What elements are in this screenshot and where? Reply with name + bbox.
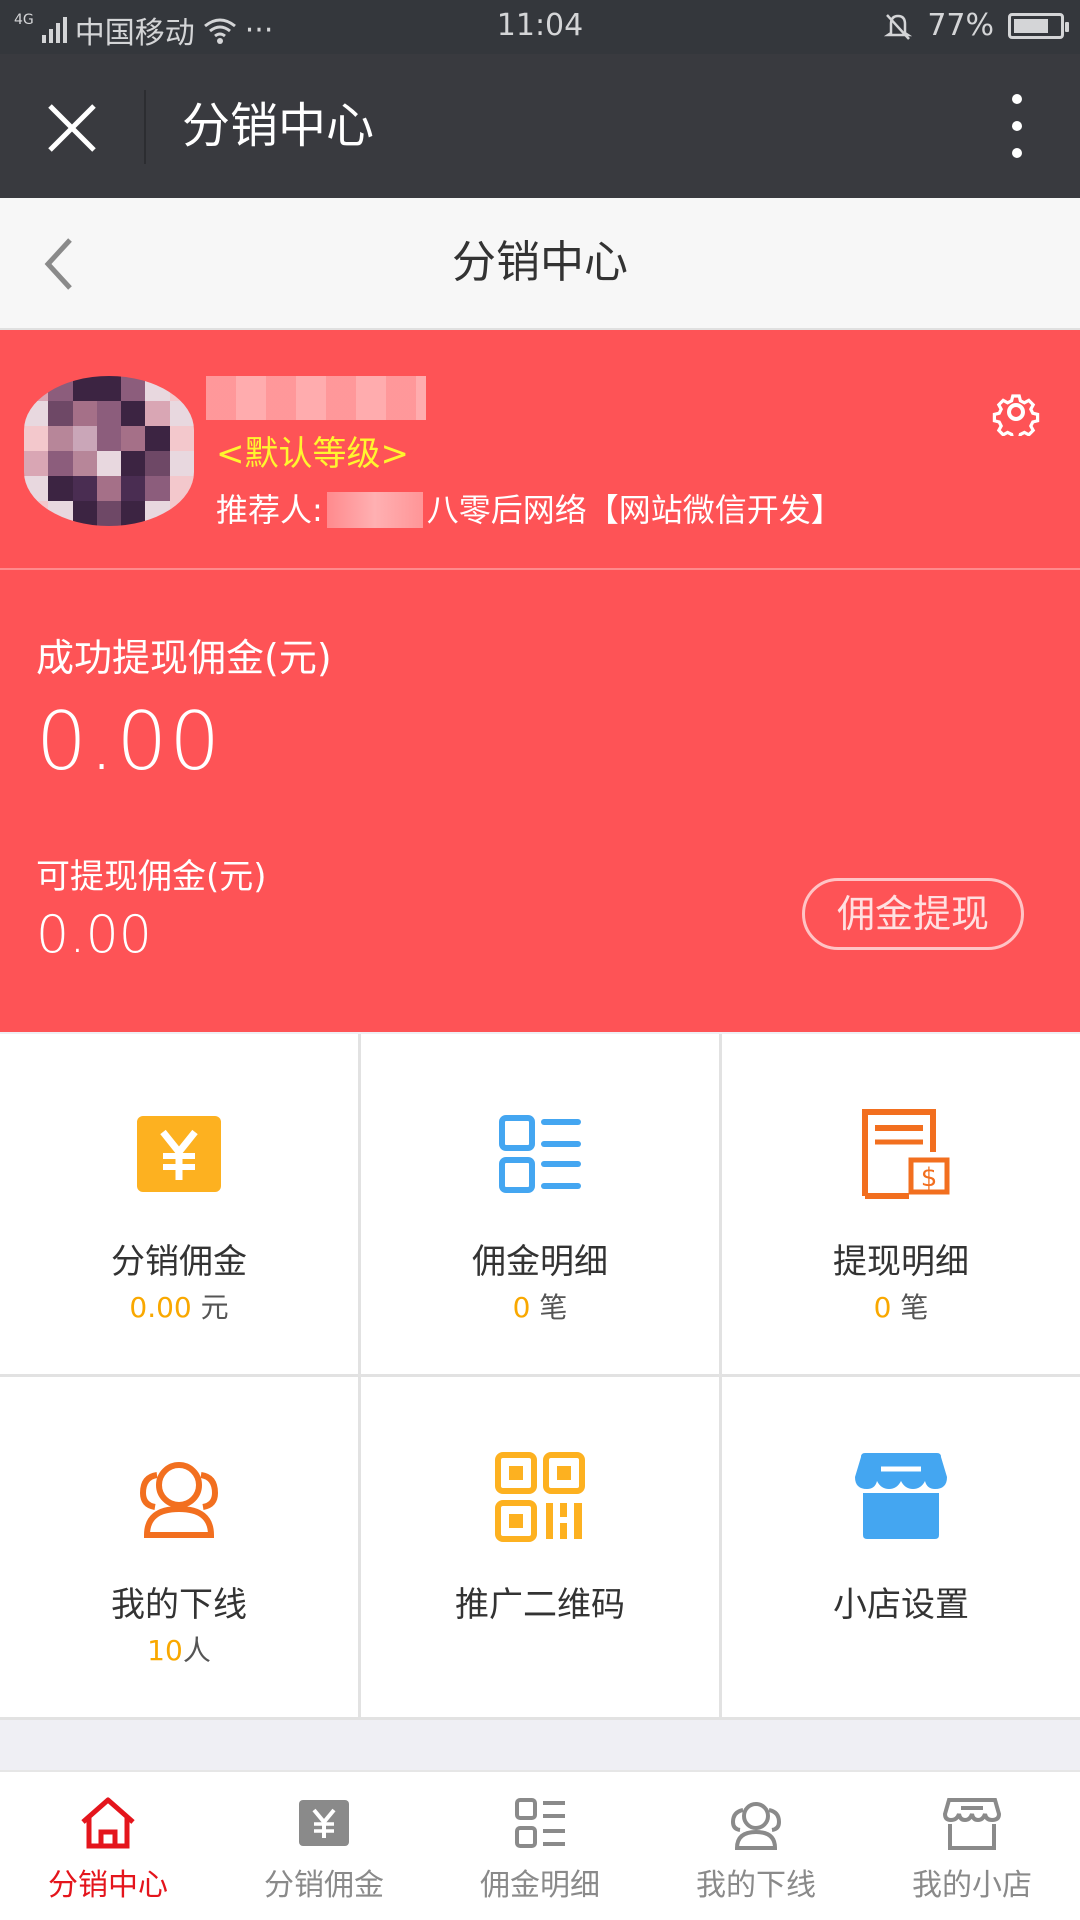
- tab-label: 我的下线: [696, 1868, 816, 1903]
- available-commission-value: 0.00: [36, 905, 152, 965]
- menu-label: 我的下线: [111, 1585, 247, 1625]
- more-menu-icon[interactable]: [1010, 94, 1024, 158]
- qrcode-icon: [495, 1452, 585, 1542]
- nickname-redacted: [206, 376, 426, 420]
- header-divider: [144, 90, 146, 164]
- menu-commission-detail[interactable]: 佣金明细 0 笔: [361, 1034, 719, 1374]
- menu-label: 佣金明细: [472, 1242, 608, 1282]
- menu-label: 小店设置: [833, 1585, 969, 1625]
- tab-label: 分销佣金: [264, 1868, 384, 1903]
- home-icon: [81, 1797, 135, 1849]
- available-commission-label: 可提现佣金(元): [36, 857, 267, 897]
- menu-qrcode[interactable]: 推广二维码: [361, 1377, 719, 1717]
- shop-icon: [855, 1453, 947, 1539]
- list-detail-icon: [499, 1115, 581, 1193]
- svg-text:$: $: [921, 1163, 938, 1193]
- referrer-name: 八零后网络【网站微信开发】: [426, 491, 843, 529]
- bottom-tab-bar: 分销中心 分销佣金 佣金明细 我的下线 我的小店: [0, 1770, 1080, 1920]
- menu-withdraw-detail[interactable]: $ 提现明细 0 笔: [722, 1034, 1080, 1374]
- status-bar: 4G 中国移动 ··· 11:04 77%: [0, 0, 1080, 54]
- menu-distribution-commission[interactable]: 分销佣金 0.00 元: [0, 1034, 358, 1374]
- menu-value: 0 笔: [873, 1291, 929, 1324]
- withdrawn-commission-label: 成功提现佣金(元): [36, 636, 332, 680]
- tab-distribution-commission[interactable]: 分销佣金: [216, 1772, 432, 1920]
- menu-shop-settings[interactable]: 小店设置: [722, 1377, 1080, 1717]
- status-right: 77%: [883, 8, 1069, 43]
- yuan-icon: [299, 1800, 349, 1846]
- member-level: <默认等级>: [216, 434, 409, 474]
- wechat-header: 分销中心: [0, 54, 1080, 198]
- tab-my-shop[interactable]: 我的小店: [864, 1772, 1080, 1920]
- shop-icon: [942, 1798, 1002, 1850]
- profile-section: <默认等级> 推荐人: 八零后网络【网站微信开发】: [0, 330, 1080, 570]
- withdraw-record-icon: $: [862, 1109, 950, 1199]
- earnings-card: <默认等级> 推荐人: 八零后网络【网站微信开发】 成功提现佣金(元) 0.00…: [0, 330, 1080, 1032]
- menu-label: 提现明细: [833, 1242, 969, 1282]
- yuan-icon: [137, 1116, 221, 1192]
- menu-value: 0.00 元: [129, 1291, 229, 1324]
- menu-label: 分销佣金: [111, 1242, 247, 1282]
- menu-grid: 分销佣金 0.00 元 佣金明细 0 笔 $ 提现明细 0 笔 我的下线 10人…: [0, 1034, 1080, 1720]
- page-header: 分销中心: [0, 198, 1080, 330]
- bell-muted-icon: [884, 13, 913, 40]
- wechat-title: 分销中心: [182, 98, 375, 154]
- page-title: 分销中心: [452, 237, 628, 288]
- tab-label: 分销中心: [48, 1868, 168, 1903]
- menu-label: 推广二维码: [455, 1585, 625, 1625]
- tab-distribution-center[interactable]: 分销中心: [0, 1772, 216, 1920]
- withdraw-button[interactable]: 佣金提现: [802, 878, 1024, 950]
- avatar[interactable]: [24, 376, 194, 526]
- battery-fill: [1014, 18, 1048, 33]
- menu-value: 0 笔: [512, 1291, 568, 1324]
- gear-icon[interactable]: [992, 388, 1040, 436]
- battery-percent: 77%: [927, 8, 994, 43]
- battery-icon: [1008, 12, 1069, 39]
- referrer-redacted: [326, 492, 423, 528]
- referrer-line: 推荐人: 八零后网络【网站微信开发】: [216, 482, 843, 538]
- tab-label: 我的小店: [912, 1868, 1032, 1903]
- close-icon[interactable]: [44, 100, 100, 156]
- menu-my-downline[interactable]: 我的下线 10人: [0, 1377, 358, 1717]
- tab-commission-detail[interactable]: 佣金明细: [432, 1772, 648, 1920]
- referrer-prefix: 推荐人:: [216, 491, 323, 529]
- menu-value: 10人: [147, 1634, 211, 1667]
- tab-label: 佣金明细: [480, 1868, 600, 1903]
- users-icon: [139, 1462, 219, 1538]
- list-detail-icon: [515, 1798, 565, 1848]
- users-icon: [730, 1802, 782, 1850]
- tab-my-downline[interactable]: 我的下线: [648, 1772, 864, 1920]
- withdrawn-commission-value: 0.00: [36, 695, 223, 788]
